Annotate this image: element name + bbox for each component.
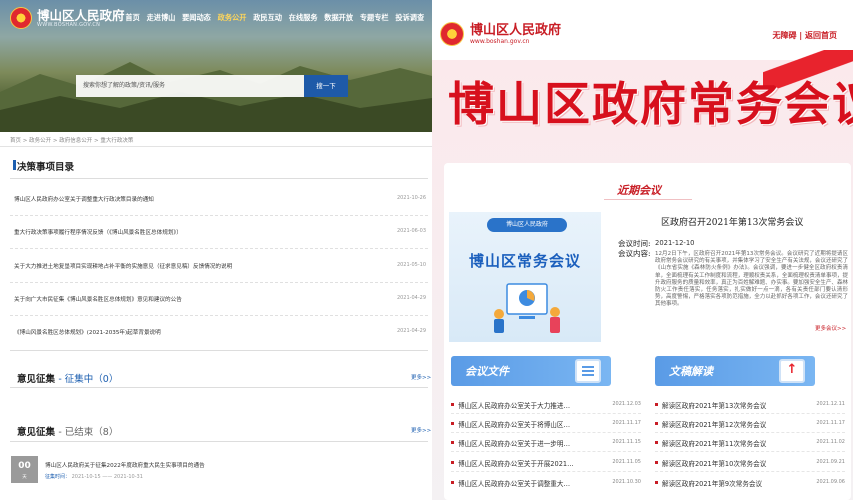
left-page: 博山区人民政府 WWW.BOSHAN.GOV.CN 首页 走进博山 要闻动态 政…: [0, 0, 432, 500]
divider: [10, 215, 428, 216]
divider: [451, 413, 641, 414]
divider: [10, 248, 428, 249]
site-name: 博山区人民政府: [470, 22, 562, 38]
list-item[interactable]: 关于向广大市民征集《博山风景名胜区总体规划》意见和建议的公告 2021-04-29: [14, 295, 428, 307]
more-link[interactable]: 更多>>: [411, 373, 431, 381]
meeting-illustration-icon: [494, 283, 560, 333]
poster-title: 博山区常务会议: [468, 252, 581, 270]
opinion-active-status: - 征集中（0）: [58, 374, 119, 385]
nav-interaction[interactable]: 政民互动: [250, 13, 286, 23]
site-logo[interactable]: 博山区人民政府 www.boshan.gov.cn: [440, 22, 561, 46]
opinion-item[interactable]: 博山区人民政府关于征集2022年度政府重大民生实事项目的通告: [45, 461, 205, 469]
divider: [10, 178, 428, 179]
list-item[interactable]: 解读区政府2021年第13次常务会议 2021.12.11: [655, 400, 845, 410]
right-page: 博山区人民政府 www.boshan.gov.cn 无障碍 | 返回首页 博山区…: [432, 0, 853, 500]
meeting-content: 12月2日下午，区政府召开2021年第13次常务会议。会议研究了近期将提请区政府…: [655, 251, 848, 308]
breadcrumb[interactable]: 首页 > 政务公开 > 政府信息公开 > 重大行政决策: [10, 136, 133, 144]
bullet-icon: [451, 403, 454, 406]
divider: [655, 451, 845, 452]
site-name: 博山区人民政府: [37, 7, 125, 23]
upload-arrow-icon: [779, 359, 805, 383]
list-item[interactable]: 博山区人民政府办公室关于大力推进… 2021.12.03: [451, 400, 641, 410]
meeting-title[interactable]: 区政府召开2021年第13次常务会议: [661, 215, 803, 228]
divider: [451, 471, 641, 472]
days-left-badge: 00 天: [11, 456, 38, 483]
bullet-icon: [451, 461, 454, 464]
list-item[interactable]: 关于大力推进土地复垦项目实现耕地占补平衡的实施意见（征求意见稿）反馈情况的说明 2…: [14, 262, 428, 274]
decisions-title: 决策事项目录: [17, 162, 75, 173]
recent-meetings-label: 近期会议: [617, 184, 661, 197]
divider: [10, 282, 428, 283]
poster-badge: 博山区人民政府: [487, 218, 567, 232]
nav-gov-affairs[interactable]: 政务公开: [214, 13, 250, 23]
divider: [10, 350, 428, 351]
list-item[interactable]: 重大行政决策事项履行程序情况反馈（《博山风景名胜区总体规划》） 2021-06-0…: [14, 228, 428, 240]
list-item[interactable]: 博山区人民政府办公室关于将博山区… 2021.11.17: [451, 419, 641, 429]
list-item[interactable]: 博山区人民政府办公室关于调整重大… 2021.10.30: [451, 478, 641, 488]
site-url: www.boshan.gov.cn: [470, 37, 530, 45]
bullet-icon: [451, 441, 454, 444]
nav-online-service[interactable]: 在线服务: [285, 13, 321, 23]
more-meetings-link[interactable]: 更多会议>>: [815, 324, 846, 332]
search-button[interactable]: 搜一下: [304, 75, 348, 97]
bullet-icon: [655, 441, 658, 444]
opinion-active-title: 意见征集 - 征集中（0）: [17, 374, 119, 385]
list-item[interactable]: 《博山风景名胜区总体规划》(2021-2035年)起草背景说明 2021-04-2…: [14, 328, 428, 340]
more-link[interactable]: 更多>>: [411, 426, 431, 434]
top-links[interactable]: 无障碍 | 返回首页: [773, 30, 838, 41]
nav-topics[interactable]: 专题专栏: [356, 13, 392, 23]
national-emblem-icon: [440, 22, 464, 46]
list-item[interactable]: 博山区人民政府办公室关于调整重大行政决策目录的通知 2021-10-26: [14, 195, 428, 207]
content-label: 会议内容:: [618, 249, 651, 258]
divider: [604, 199, 692, 200]
opinion-closed-title: 意见征集 - 已结束（8）: [17, 427, 119, 438]
bullet-icon: [655, 422, 658, 425]
list-item[interactable]: 博山区人民政府办公室关于开展2021… 2021.11.05: [451, 458, 641, 468]
hero-title: 博山区政府常务会议: [448, 77, 853, 131]
divider: [10, 441, 428, 442]
nav-about[interactable]: 走进博山: [143, 13, 179, 23]
time-value: 2021-12-10: [655, 239, 695, 247]
national-emblem-icon: [10, 7, 32, 29]
site-logo[interactable]: 博山区人民政府 WWW.BOSHAN.GOV.CN: [10, 7, 125, 29]
bullet-icon: [451, 481, 454, 484]
list-item[interactable]: 解读区政府2021年第9次常务会议 2021.09.06: [655, 478, 845, 488]
list-item[interactable]: 解读区政府2021年第11次常务会议 2021.11.02: [655, 438, 845, 448]
divider: [451, 451, 641, 452]
tab-interpretation[interactable]: 文稿解读: [655, 356, 815, 386]
tab-meeting-docs[interactable]: 会议文件: [451, 356, 611, 386]
list-item[interactable]: 解读区政府2021年第12次常务会议 2021.11.17: [655, 419, 845, 429]
opinion-time: 征集时间： 2021-10-15 —— 2021-10-31: [45, 474, 143, 480]
divider: [10, 387, 428, 388]
divider: [10, 315, 428, 316]
nav-home[interactable]: 首页: [122, 13, 143, 23]
bullet-icon: [655, 481, 658, 484]
divider: [655, 471, 845, 472]
nav-open-data[interactable]: 数据开放: [321, 13, 357, 23]
list-item[interactable]: 博山区人民政府办公室关于进一步明… 2021.11.15: [451, 438, 641, 448]
bullet-icon: [655, 403, 658, 406]
list-item[interactable]: 解读区政府2021年第10次常务会议 2021.09.21: [655, 458, 845, 468]
document-icon: [575, 359, 601, 383]
bullet-icon: [655, 461, 658, 464]
divider: [0, 146, 432, 147]
nav-survey[interactable]: 投诉调查: [392, 13, 428, 23]
header-banner: 博山区人民政府 WWW.BOSHAN.GOV.CN 首页 走进博山 要闻动态 政…: [0, 0, 432, 132]
section-marker: [13, 160, 16, 170]
divider: [451, 432, 641, 433]
divider: [655, 413, 845, 414]
nav-news[interactable]: 要闻动态: [179, 13, 215, 23]
meeting-poster-image[interactable]: 博山区人民政府 博山区常务会议: [449, 212, 601, 342]
top-nav: 首页 走进博山 要闻动态 政务公开 政民互动 在线服务 数据开放 专题专栏 投诉…: [122, 13, 428, 23]
search-input[interactable]: 搜索你想了解的政策/资讯/服务: [76, 75, 304, 97]
bullet-icon: [451, 422, 454, 425]
divider: [655, 432, 845, 433]
opinion-closed-status: - 已结束（8）: [58, 427, 119, 438]
